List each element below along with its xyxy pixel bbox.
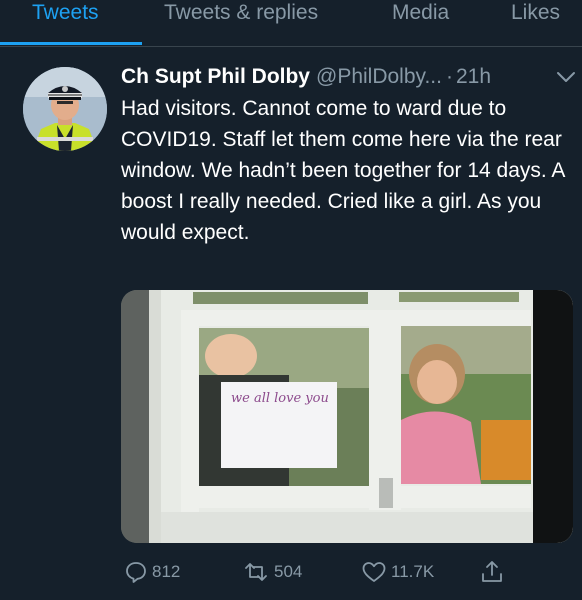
retweet-icon <box>245 563 267 581</box>
reply-icon <box>126 562 146 583</box>
retweet-count: 504 <box>274 562 303 581</box>
share-icon <box>482 561 502 582</box>
retweet-button[interactable]: 504 <box>242 557 302 587</box>
like-button[interactable]: 11.7K <box>361 557 434 587</box>
share-button[interactable] <box>480 557 508 587</box>
tweet-actions: 812 504 11.7K <box>0 555 582 590</box>
tab-likes[interactable]: Likes <box>511 0 560 26</box>
profile-tabs: Tweets Tweets & replies Media Likes <box>0 0 582 47</box>
tab-media[interactable]: Media <box>392 0 449 26</box>
tweet-header: Ch Supt Phil Dolby @PhilDolby... · 21h <box>121 64 581 94</box>
tab-tweets-and-replies[interactable]: Tweets & replies <box>164 0 318 26</box>
like-count: 11.7K <box>391 562 435 581</box>
active-tab-indicator <box>0 42 142 45</box>
heart-icon <box>362 562 386 582</box>
tweet-photo[interactable]: we all love you <box>121 290 573 543</box>
avatar[interactable] <box>23 67 107 151</box>
chevron-down-icon[interactable] <box>556 70 576 84</box>
separator-dot: · <box>445 65 453 88</box>
tweet-timestamp[interactable]: 21h <box>456 65 491 88</box>
sign-text: we all love you <box>231 391 329 406</box>
user-handle[interactable]: @PhilDolby... <box>316 65 442 88</box>
display-name[interactable]: Ch Supt Phil Dolby <box>121 65 310 88</box>
tab-tweets[interactable]: Tweets <box>32 0 99 26</box>
tweet-text: Had visitors. Cannot come to ward due to… <box>121 97 565 244</box>
reply-count: 812 <box>152 562 181 581</box>
reply-button[interactable]: 812 <box>124 557 180 587</box>
